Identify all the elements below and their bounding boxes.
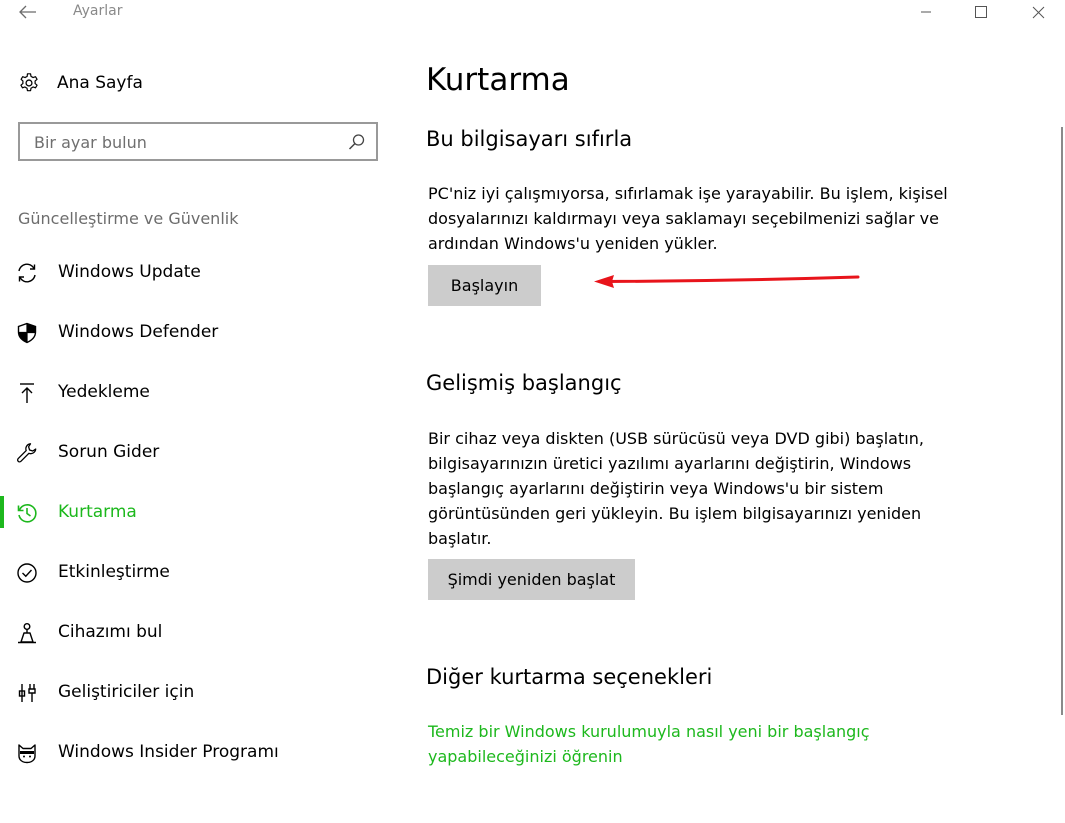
back-arrow-icon: [19, 5, 36, 19]
backup-arrow-icon: [16, 382, 38, 404]
sidebar-item-windows-defender[interactable]: Windows Defender: [0, 312, 380, 352]
advanced-startup-description: Bir cihaz veya diskten (USB sürücüsü vey…: [428, 429, 924, 548]
check-circle-icon: [16, 562, 38, 584]
sidebar-item-label: Windows Insider Programı: [58, 742, 279, 762]
sidebar-item-yedekleme[interactable]: Yedekleme: [0, 372, 380, 412]
other-options-heading: Diğer kurtarma seçenekleri: [426, 665, 713, 689]
location-person-icon: [16, 622, 38, 644]
sidebar-item-label: Yedekleme: [58, 382, 150, 402]
close-button[interactable]: [1015, 0, 1061, 24]
search-box[interactable]: [18, 122, 378, 161]
scrollbar[interactable]: [1061, 127, 1063, 715]
sidebar-item-label: Cihazımı bul: [58, 622, 163, 642]
sidebar-item-windows-insider[interactable]: Windows Insider Programı: [0, 732, 380, 772]
sidebar-item-label: Windows Update: [58, 262, 201, 282]
search-icon[interactable]: [348, 133, 366, 155]
window-title: Ayarlar: [73, 3, 123, 19]
refresh-icon: [16, 262, 38, 284]
sidebar-item-label: Kurtarma: [58, 502, 137, 522]
ninja-cat-icon: [16, 742, 38, 764]
maximize-icon: [975, 6, 987, 18]
active-indicator: [0, 496, 4, 528]
sidebar-item-etkinlestirme[interactable]: Etkinleştirme: [0, 552, 380, 592]
restart-now-button[interactable]: Şimdi yeniden başlat: [428, 559, 635, 600]
minimize-button[interactable]: [903, 0, 949, 24]
reset-description: PC'niz iyi çalışmıyorsa, sıfırlamak işe …: [428, 184, 948, 253]
back-button[interactable]: [12, 0, 44, 24]
sidebar-item-kurtarma[interactable]: Kurtarma: [0, 492, 380, 532]
gear-icon: [20, 73, 38, 92]
page-title: Kurtarma: [426, 62, 570, 98]
search-input[interactable]: [34, 131, 334, 153]
sidebar-item-gelistiriciler-icin[interactable]: Geliştiriciler için: [0, 672, 380, 712]
sidebar-item-windows-update[interactable]: Windows Update: [0, 252, 380, 292]
advanced-startup-heading: Gelişmiş başlangıç: [426, 371, 622, 395]
history-icon: [16, 502, 38, 524]
sidebar-item-label: Windows Defender: [58, 322, 219, 342]
sidebar-item-cihazimi-bul[interactable]: Cihazımı bul: [0, 612, 380, 652]
maximize-button[interactable]: [958, 0, 1004, 24]
sidebar-section-label: Güncelleştirme ve Güvenlik: [18, 209, 239, 228]
get-started-button[interactable]: Başlayın: [428, 265, 541, 306]
minimize-icon: [921, 11, 931, 13]
sidebar-item-label: Geliştiriciler için: [58, 682, 195, 702]
sidebar-item-sorun-gider[interactable]: Sorun Gider: [0, 432, 380, 472]
reset-heading: Bu bilgisayarı sıfırla: [426, 127, 633, 151]
sidebar-item-label: Etkinleştirme: [58, 562, 170, 582]
sidebar-home[interactable]: Ana Sayfa: [18, 68, 143, 98]
sidebar-home-label: Ana Sayfa: [57, 73, 143, 93]
fresh-start-link[interactable]: Temiz bir Windows kurulumuyla nasıl yeni…: [428, 719, 928, 769]
wrench-icon: [16, 442, 38, 464]
annotation-arrow: [594, 275, 860, 288]
shield-icon: [16, 322, 38, 344]
sidebar-item-label: Sorun Gider: [58, 442, 160, 462]
title-bar: Ayarlar: [0, 0, 1065, 26]
close-icon: [1032, 6, 1044, 18]
developer-tools-icon: [16, 682, 38, 704]
